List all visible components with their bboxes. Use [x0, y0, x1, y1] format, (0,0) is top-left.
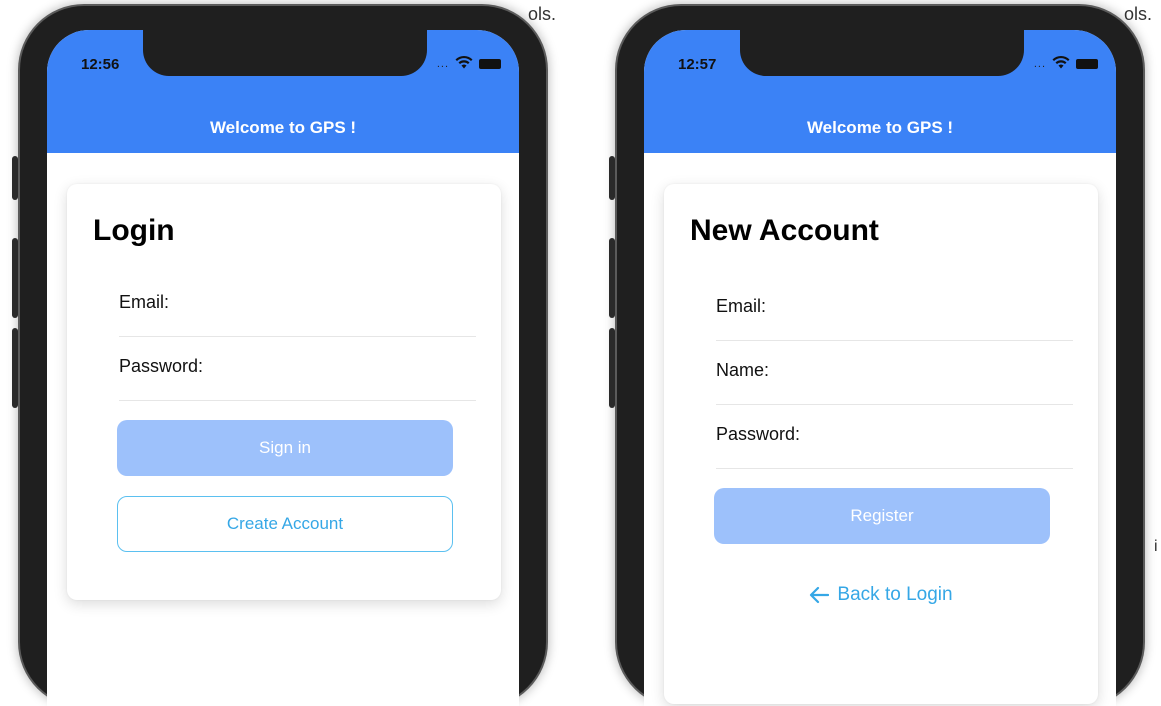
arrow-left-icon — [809, 586, 830, 604]
signal-dots: ... — [436, 57, 449, 70]
phone-frame-register: 12:57 ... Welcome to GPS ! New Account E… — [609, 6, 1143, 706]
signal-dots: ... — [1033, 57, 1046, 70]
create-account-button[interactable]: Create Account — [117, 496, 453, 552]
email-label: Email: — [716, 296, 767, 316]
app-header: 12:56 ... Welcome to GPS ! — [47, 30, 519, 153]
register-button[interactable]: Register — [714, 488, 1050, 544]
status-icons: ... — [1034, 55, 1098, 72]
status-icons: ... — [437, 55, 501, 72]
password-label: Password: — [119, 356, 204, 376]
phone-frame-login: 12:56 ... Welcome to GPS ! Login Email: … — [12, 6, 546, 706]
device-notch — [740, 30, 1024, 76]
name-field[interactable]: Name: — [716, 340, 1073, 405]
email-field[interactable]: Email: — [119, 272, 476, 337]
mute-switch — [12, 156, 18, 200]
volume-down-button — [12, 328, 18, 408]
register-card: New Account Email: Name: Password: Regis… — [664, 184, 1098, 704]
device-notch — [143, 30, 427, 76]
header-title: Welcome to GPS ! — [806, 118, 954, 137]
battery-icon — [479, 58, 501, 69]
wifi-icon — [455, 55, 473, 72]
name-label: Name: — [716, 360, 770, 380]
volume-up-button — [12, 238, 18, 318]
header-title: Welcome to GPS ! — [209, 118, 357, 137]
back-to-login-label: Back to Login — [837, 584, 953, 605]
password-input[interactable] — [816, 414, 1073, 456]
email-label: Email: — [119, 292, 170, 312]
password-input[interactable] — [219, 346, 476, 388]
back-to-login-link[interactable]: Back to Login — [664, 584, 1098, 606]
wifi-icon — [1052, 55, 1070, 72]
mute-switch — [609, 156, 615, 200]
register-screen: 12:57 ... Welcome to GPS ! New Account E… — [644, 30, 1116, 706]
email-input[interactable] — [219, 282, 476, 324]
email-field[interactable]: Email: — [716, 276, 1073, 341]
email-input[interactable] — [816, 286, 1073, 328]
battery-icon — [1076, 58, 1098, 69]
background-text-right: ols. — [1124, 4, 1153, 24]
volume-down-button — [609, 328, 615, 408]
status-time: 12:57 — [678, 56, 717, 73]
app-header: 12:57 ... Welcome to GPS ! — [644, 30, 1116, 153]
password-label: Password: — [716, 424, 801, 444]
page-title: New Account — [690, 214, 879, 247]
page-title: Login — [93, 214, 175, 247]
name-input[interactable] — [816, 350, 1073, 392]
sign-in-button[interactable]: Sign in — [117, 420, 453, 476]
background-text-left: ols. — [528, 4, 557, 24]
login-card: Login Email: Password: Sign in Create Ac… — [67, 184, 501, 600]
password-field[interactable]: Password: — [119, 336, 476, 401]
status-time: 12:56 — [81, 56, 120, 73]
password-field[interactable]: Password: — [716, 404, 1073, 469]
volume-up-button — [609, 238, 615, 318]
login-screen: 12:56 ... Welcome to GPS ! Login Email: … — [47, 30, 519, 706]
background-text-edge: i — [1154, 538, 1158, 555]
